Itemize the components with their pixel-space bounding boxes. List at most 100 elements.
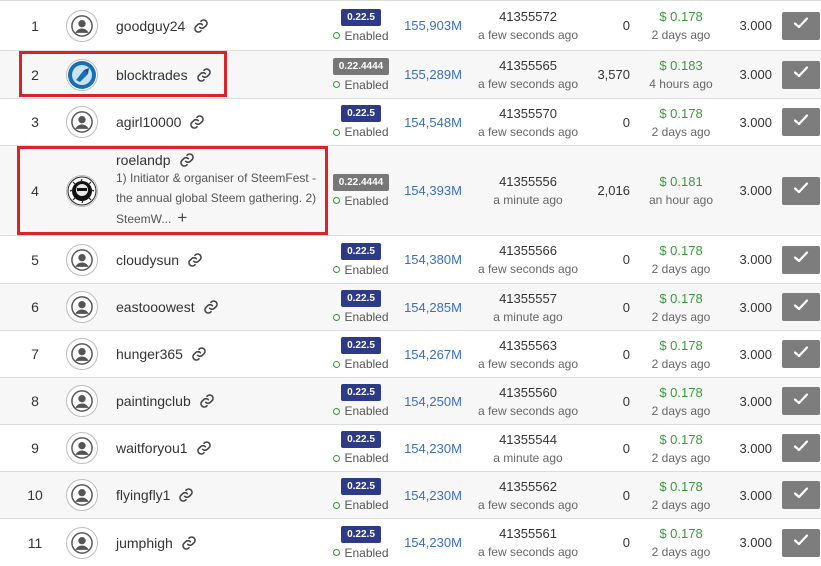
votes[interactable]: 154,230M (398, 472, 468, 518)
table-row: 10 flyingfly1 0.22.5 Enabled 154,230M 41… (0, 471, 821, 518)
last-block[interactable]: 41355563 (499, 338, 557, 353)
link-icon[interactable] (191, 346, 207, 362)
witness-name[interactable]: paintingclub (116, 393, 191, 409)
rank: 8 (31, 393, 39, 409)
link-icon[interactable] (178, 487, 194, 503)
status-dot-icon (333, 501, 341, 509)
link-icon[interactable] (203, 299, 219, 315)
last-block-time: a few seconds ago (477, 497, 579, 512)
last-block-time: a few seconds ago (477, 356, 579, 371)
votes[interactable]: 154,380M (398, 236, 468, 283)
votes[interactable]: 154,230M (398, 425, 468, 471)
check-icon (793, 181, 809, 200)
witness-name[interactable]: flyingfly1 (116, 487, 170, 503)
vote-button[interactable] (782, 245, 820, 274)
avatar[interactable] (64, 519, 100, 566)
last-block[interactable]: 41355572 (499, 9, 557, 24)
last-block[interactable]: 41355562 (499, 479, 557, 494)
witness-name[interactable]: eastooowest (116, 299, 195, 315)
table-row: 6 eastooowest 0.22.5 Enabled 154,285M 41… (0, 283, 821, 330)
votes[interactable]: 155,903M (398, 1, 468, 50)
price-feed-cell: $ 0.178 2 days ago (636, 331, 726, 377)
link-icon[interactable] (181, 535, 197, 551)
witness-name[interactable]: cloudysun (116, 252, 179, 268)
witness-name[interactable]: agirl10000 (116, 114, 181, 130)
status-dot-icon (333, 128, 341, 136)
witness-name[interactable]: goodguy24 (116, 18, 185, 34)
link-icon[interactable] (193, 18, 209, 34)
vote-button[interactable] (782, 434, 820, 462)
link-icon[interactable] (179, 152, 195, 168)
status-text: Enabled (344, 193, 389, 208)
avatar[interactable] (64, 51, 100, 98)
witness-name[interactable]: roelandp (116, 152, 171, 168)
link-icon[interactable] (187, 252, 203, 268)
interest-rate: 3.000 (739, 393, 772, 409)
last-block[interactable]: 41355565 (499, 58, 557, 73)
votes[interactable]: 154,285M (398, 284, 468, 330)
vote-button[interactable] (782, 387, 820, 415)
votes[interactable]: 154,393M (398, 146, 468, 235)
check-icon (793, 533, 809, 552)
avatar[interactable] (64, 99, 100, 145)
witness-name[interactable]: jumphigh (116, 535, 173, 551)
price-feed: $ 0.178 (659, 384, 703, 400)
link-icon[interactable] (196, 67, 212, 83)
votes[interactable]: 154,267M (398, 331, 468, 377)
votes[interactable]: 154,548M (398, 99, 468, 145)
status-text: Enabled (344, 28, 389, 43)
last-block-time: a minute ago (493, 193, 563, 207)
avatar[interactable] (64, 284, 100, 330)
status-indicator: Enabled (333, 310, 389, 324)
avatar[interactable] (64, 146, 100, 235)
blocktrades-avatar-icon (66, 58, 98, 91)
avatar[interactable] (64, 331, 100, 377)
link-icon[interactable] (189, 114, 205, 130)
last-block[interactable]: 41355557 (499, 291, 557, 306)
vote-button[interactable] (782, 340, 820, 368)
vote-button[interactable] (782, 481, 820, 509)
vote-button[interactable] (782, 108, 820, 136)
avatar[interactable] (64, 472, 100, 518)
witness-name[interactable]: hunger365 (116, 346, 183, 362)
witness-name-cell: roelandp 1) Initiator & organiser of Ste… (116, 146, 322, 235)
status-text: Enabled (344, 498, 389, 512)
votes[interactable]: 154,230M (398, 519, 468, 566)
vote-cell (782, 472, 821, 518)
status-text: Enabled (344, 310, 389, 324)
last-block[interactable]: 41355561 (499, 526, 557, 541)
last-block-time: a few seconds ago (477, 28, 579, 42)
user-icon (66, 106, 98, 138)
votes[interactable]: 154,250M (398, 378, 468, 424)
witness-name[interactable]: blocktrades (116, 67, 188, 83)
avatar[interactable] (64, 425, 100, 471)
plus-icon[interactable]: + (177, 208, 187, 227)
check-icon (793, 486, 809, 505)
link-icon[interactable] (196, 440, 212, 456)
price-feed-cell: $ 0.178 2 days ago (636, 378, 726, 424)
version-cell: 0.22.4444 Enabled (330, 146, 392, 235)
avatar[interactable] (64, 1, 100, 50)
status-indicator: Enabled (333, 498, 389, 512)
vote-cell (782, 284, 821, 330)
rank: 5 (31, 251, 39, 268)
vote-button[interactable] (782, 11, 820, 40)
last-block[interactable]: 41355560 (499, 385, 557, 400)
witness-name-cell: goodguy24 (116, 1, 322, 50)
avatar[interactable] (64, 378, 100, 424)
link-icon[interactable] (199, 393, 215, 409)
last-block[interactable]: 41355556 (499, 174, 557, 189)
missed-blocks: 0 (622, 440, 630, 456)
vote-button[interactable] (782, 528, 820, 557)
votes[interactable]: 155,289M (398, 51, 468, 98)
vote-button[interactable] (782, 176, 820, 205)
last-block[interactable]: 41355566 (499, 243, 557, 258)
last-block[interactable]: 41355570 (499, 106, 557, 121)
vote-button[interactable] (782, 60, 820, 89)
witness-name[interactable]: waitforyou1 (116, 440, 188, 456)
last-block[interactable]: 41355544 (499, 432, 557, 447)
avatar[interactable] (64, 236, 100, 283)
missed-blocks: 2,016 (597, 183, 630, 198)
interest-rate: 3.000 (739, 114, 772, 130)
vote-button[interactable] (782, 293, 820, 321)
